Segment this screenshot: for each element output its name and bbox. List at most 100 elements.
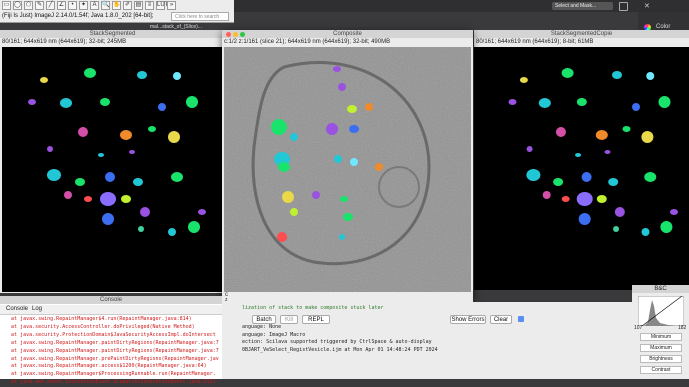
window-title: StackSegmentedCopie — [474, 30, 689, 38]
segment-blob — [508, 99, 517, 105]
segment-blob — [84, 68, 96, 78]
segment-blob — [198, 209, 206, 215]
close-icon[interactable]: ✕ — [644, 2, 650, 10]
image-canvas[interactable] — [474, 47, 689, 290]
segment-blob — [613, 226, 620, 232]
segmentation-blobs — [28, 68, 206, 236]
segment-blob — [277, 232, 287, 242]
segment-blob — [595, 130, 608, 140]
console-line: at java.security.AccessController.doPriv… — [2, 323, 195, 330]
segment-blob — [137, 71, 147, 79]
stack-slider-bar[interactable]: c z — [222, 292, 473, 303]
segment-blob — [349, 125, 359, 133]
contrast-slider[interactable]: Contrast — [640, 366, 682, 374]
segment-blob — [158, 103, 166, 111]
brightness-contrast-window[interactable]: B&C 107 182 Minimum Maximum Brightness C… — [632, 285, 689, 379]
console-line: at javax.swing.RepaintManager.paintDirty… — [2, 347, 219, 354]
batch-button[interactable]: Batch — [252, 315, 276, 324]
minimize-window-icon[interactable] — [233, 32, 238, 37]
console-line: at java.security.ProtectionDomain$JavaSe… — [2, 331, 216, 338]
editor-line: ection: Scilava supported triggered by C… — [242, 339, 432, 346]
composite-window[interactable]: Composite c:1/2 z:1/161 (slice 21); 644x… — [222, 30, 473, 303]
console-tabs: Console Log — [0, 305, 222, 315]
segment-blob — [47, 169, 61, 181]
lut-tool-icon[interactable]: LUT — [156, 1, 168, 10]
show-errors-button[interactable]: Show Errors — [450, 315, 486, 324]
segment-blob — [644, 172, 657, 182]
image-canvas[interactable] — [2, 47, 223, 292]
segment-blob — [542, 191, 551, 199]
brightness-slider[interactable]: Brightness — [640, 355, 682, 363]
window-title: Composite — [222, 30, 473, 38]
bc-title: B&C — [632, 285, 689, 293]
settings-icon[interactable] — [619, 2, 628, 11]
segment-blob — [604, 150, 611, 154]
close-window-icon[interactable] — [226, 32, 231, 37]
line-tool-icon[interactable]: ╱ — [46, 1, 55, 10]
minimum-slider[interactable]: Minimum — [640, 333, 682, 341]
help-search-input[interactable]: Click here to search — [171, 12, 229, 21]
tab-log[interactable]: Log — [32, 306, 42, 312]
console-window[interactable]: Console Console Log at javax.swing.Repai… — [0, 296, 222, 385]
tab-console[interactable]: Console — [6, 306, 28, 312]
status-line: (Fiji Is Just) ImageJ 2.14.0/1.54f; Java… — [2, 13, 154, 19]
dropdown-icon[interactable] — [518, 316, 524, 322]
stack-segmented-copy-window[interactable]: StackSegmentedCopie 80/161; 644x619 nm (… — [474, 30, 689, 290]
segment-blob — [102, 213, 114, 225]
segment-blob — [660, 221, 673, 233]
hand-tool-icon[interactable]: ✋ — [112, 1, 121, 10]
segment-blob — [75, 178, 85, 186]
segment-blob — [641, 228, 650, 236]
maximum-slider[interactable]: Maximum — [640, 344, 682, 352]
select-and-mask-button[interactable]: Select and Mask... — [552, 2, 613, 10]
segment-blob — [312, 191, 320, 199]
console-title: Console — [0, 296, 222, 304]
text-tool-icon[interactable]: A — [90, 1, 99, 10]
point-tool-icon[interactable]: • — [68, 1, 77, 10]
freehand-tool-icon[interactable]: ✎ — [35, 1, 44, 10]
window-info: c:1/2 z:1/161 (slice 21); 644x619 nm (64… — [222, 38, 473, 46]
console-line: at java.awt.event.InvocationEvent.dispat… — [2, 379, 216, 386]
segment-blob — [519, 77, 528, 83]
segment-blob — [622, 126, 631, 132]
segment-blob — [350, 158, 358, 166]
segment-blob — [121, 195, 131, 203]
console-line: at javax.swing.RepaintManager$Processing… — [2, 371, 216, 378]
wand-tool-icon[interactable]: ✦ — [79, 1, 88, 10]
overlay-tool-icon[interactable]: ▤ — [134, 1, 143, 10]
segment-blob — [40, 77, 48, 83]
segment-blob — [347, 105, 357, 113]
segmentation-blobs — [508, 68, 678, 236]
more-tools-icon[interactable]: » — [167, 1, 176, 10]
segment-blob — [133, 178, 143, 186]
em-image-canvas[interactable] — [224, 47, 471, 292]
console-line: at javax.swing.RepaintManager$4.run(Repa… — [2, 316, 192, 322]
segment-blob — [138, 226, 144, 232]
stack-segmented-window[interactable]: StackSegmented 80/161; 644x619 nm (644x6… — [0, 30, 225, 293]
dropper-tool-icon[interactable]: ✐ — [123, 1, 132, 10]
segment-blob — [343, 213, 353, 221]
angle-tool-icon[interactable]: ∠ — [57, 1, 66, 10]
segment-blob — [339, 234, 345, 240]
oval-tool-icon[interactable]: ◯ — [13, 1, 22, 10]
stack-tool-icon[interactable]: ≡ — [145, 1, 154, 10]
segment-blob — [538, 98, 551, 108]
segment-blob — [646, 72, 655, 80]
editor-comment-line: lization of stack to make composite stuc… — [242, 305, 384, 311]
magnifier-tool-icon[interactable]: 🔍 — [101, 1, 110, 10]
script-editor-window[interactable]: lization of stack to make composite stuc… — [222, 302, 632, 379]
segment-blob — [188, 221, 200, 233]
zoom-window-icon[interactable] — [240, 32, 245, 37]
segment-blob — [28, 99, 36, 105]
segment-blob — [290, 133, 298, 141]
kill-button[interactable]: Kill — [280, 315, 298, 324]
segment-blob — [173, 72, 181, 80]
segment-blob — [168, 131, 180, 143]
repl-button[interactable]: REPL — [302, 315, 330, 324]
polygon-tool-icon[interactable]: ⬠ — [24, 1, 33, 10]
console-output: at javax.swing.RepaintManager$4.run(Repa… — [2, 316, 222, 387]
rectangle-tool-icon[interactable]: ▭ — [2, 1, 11, 10]
top-strip: ✕ Select and Mask... — [234, 0, 689, 12]
segment-blob — [140, 207, 150, 217]
clear-button[interactable]: Clear — [490, 315, 512, 324]
